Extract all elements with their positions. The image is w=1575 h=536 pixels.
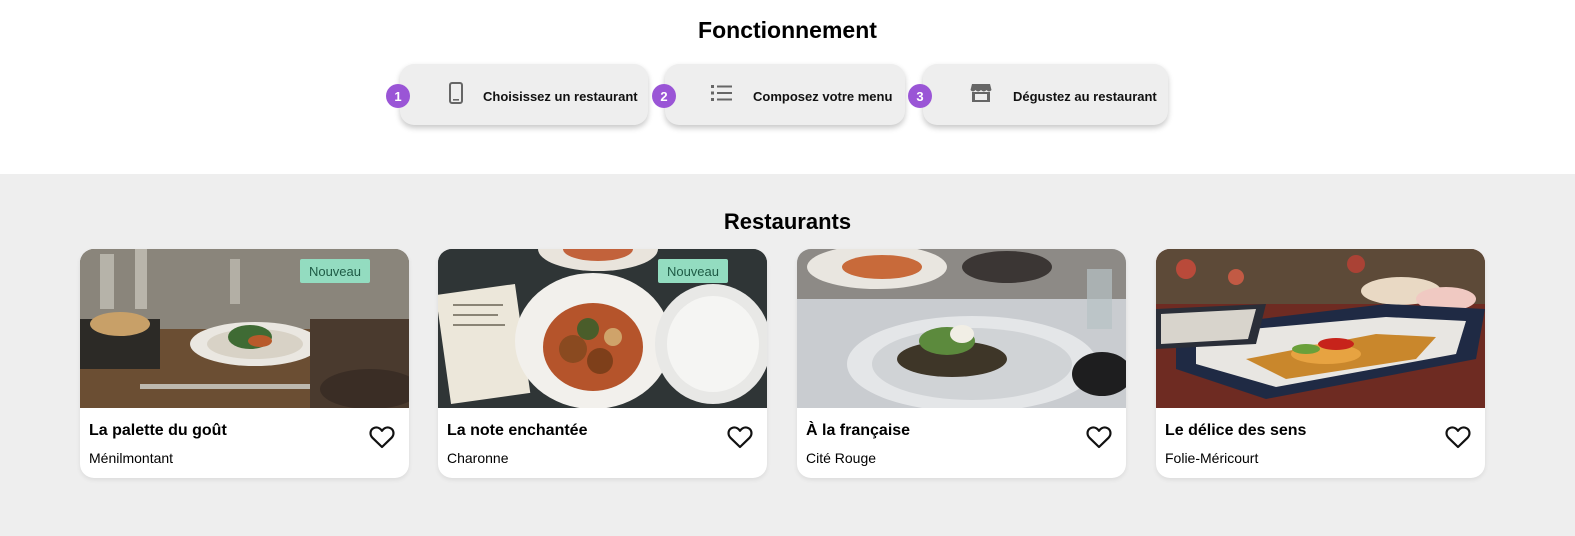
how-it-works-title: Fonctionnement	[698, 17, 877, 43]
step-number-badge: 2	[652, 84, 676, 108]
restaurant-area: Ménilmontant	[89, 450, 174, 466]
restaurant-name: La note enchantée	[447, 422, 588, 439]
restaurant-card[interactable]: Le délice des sens Folie-Méricourt	[1156, 249, 1485, 478]
store-icon	[970, 82, 992, 104]
restaurant-photo	[1156, 249, 1485, 408]
restaurant-card[interactable]: Nouveau La palette du goût Ménilmontant	[80, 249, 409, 478]
restaurant-name: La palette du goût	[89, 422, 227, 439]
restaurant-area: Charonne	[447, 450, 509, 466]
step-label: Composez votre menu	[753, 89, 893, 104]
step-label: Choisissez un restaurant	[483, 89, 638, 104]
restaurant-photo	[797, 249, 1126, 408]
heart-outline-icon[interactable]	[369, 425, 395, 449]
smartphone-icon	[445, 82, 467, 104]
list-icon	[711, 82, 733, 104]
new-badge: Nouveau	[299, 259, 370, 283]
step-card: Choisissez un restaurant	[400, 64, 648, 125]
heart-outline-icon[interactable]	[1445, 425, 1471, 449]
how-it-works-section: Fonctionnement Choisissez un restaurant …	[0, 0, 1575, 174]
heart-outline-icon[interactable]	[1086, 425, 1112, 449]
restaurant-card[interactable]: À la française Cité Rouge	[797, 249, 1126, 478]
heart-outline-icon[interactable]	[727, 425, 753, 449]
step-number-badge: 1	[386, 84, 410, 108]
restaurants-title: Restaurants	[723, 209, 852, 234]
new-badge: Nouveau	[657, 259, 728, 283]
restaurant-name: Le délice des sens	[1165, 422, 1307, 439]
restaurant-area: Cité Rouge	[806, 450, 877, 466]
step-card: Composez votre menu	[665, 64, 905, 125]
step-label: Dégustez au restaurant	[1013, 89, 1157, 104]
restaurant-area: Folie-Méricourt	[1165, 450, 1259, 466]
restaurants-section: Restaurants Nouveau La palette du goût M…	[0, 174, 1575, 536]
restaurant-card[interactable]: Nouveau La note enchantée Charonne	[438, 249, 767, 478]
step-card: Dégustez au restaurant	[923, 64, 1168, 125]
step-number-badge: 3	[908, 84, 932, 108]
restaurant-name: À la française	[806, 422, 911, 439]
